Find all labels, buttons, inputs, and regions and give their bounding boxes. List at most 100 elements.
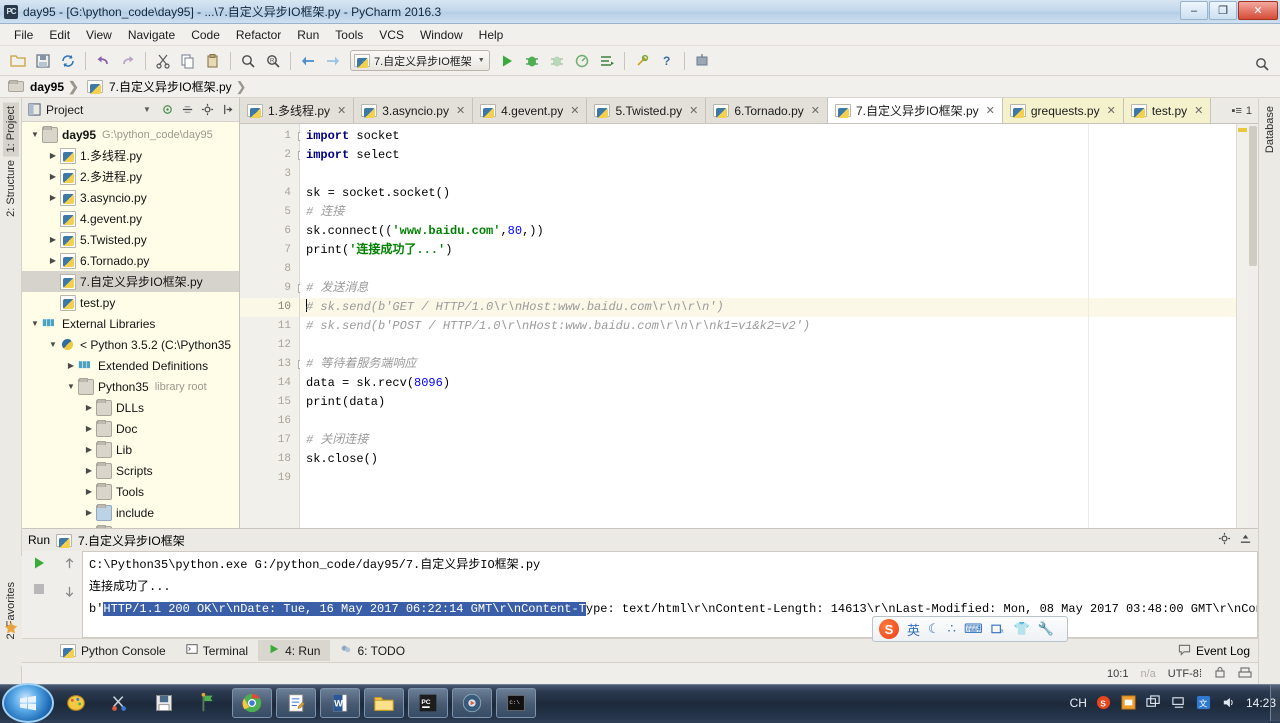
line-number[interactable]: 10 — [240, 298, 299, 317]
update-project-icon[interactable] — [690, 49, 714, 73]
line-number[interactable]: 11 — [240, 317, 299, 336]
chevron-right-icon[interactable]: ▶ — [82, 508, 96, 517]
chevron-right-icon[interactable]: ▶ — [46, 172, 60, 181]
menu-file[interactable]: File — [6, 26, 41, 44]
line-number-gutter[interactable]: 1−2−3456789−10111213−141516171819 — [240, 124, 300, 528]
line-number[interactable]: 4 — [240, 184, 299, 203]
rerun-icon[interactable] — [31, 555, 47, 574]
ime-mode-label[interactable]: 英 — [907, 620, 920, 639]
close-icon[interactable]: ✕ — [689, 104, 698, 117]
tree-node[interactable]: ▶Doc — [22, 418, 239, 439]
taskbar-word-icon[interactable]: W — [320, 688, 360, 718]
cut-icon[interactable] — [151, 49, 175, 73]
line-number[interactable]: 17 — [240, 431, 299, 450]
close-button[interactable]: ✕ — [1238, 1, 1278, 20]
tree-node[interactable]: test.py — [22, 292, 239, 313]
breadcrumb-item-file[interactable]: 7.自定义异步IO框架.py ❯ — [87, 78, 253, 95]
search-everywhere-icon[interactable] — [1250, 52, 1274, 76]
tree-node[interactable]: ▶2.多进程.py — [22, 166, 239, 187]
tool-window-python-console[interactable]: Python Console — [50, 641, 176, 661]
app-tray-icon[interactable] — [1121, 695, 1137, 711]
chevron-right-icon[interactable]: ▶ — [46, 193, 60, 202]
chevron-down-icon[interactable]: ▼ — [28, 319, 42, 328]
profile-icon[interactable] — [570, 49, 594, 73]
code-line[interactable]: # 等待着服务端响应 — [300, 355, 1236, 374]
taskbar-media-player-icon[interactable] — [452, 688, 492, 718]
code-line[interactable] — [300, 260, 1236, 279]
editor-tab[interactable]: 3.asyncio.py✕ — [354, 98, 473, 123]
network-tray-icon[interactable] — [1171, 695, 1187, 711]
tree-node[interactable]: ▶1.多线程.py — [22, 145, 239, 166]
code-content[interactable]: import socketimport selectsk = socket.so… — [300, 124, 1236, 528]
project-tree[interactable]: ▼day95G:\python_code\day95▶1.多线程.py▶2.多进… — [22, 122, 239, 528]
taskbar-snipping-tool-icon[interactable] — [100, 688, 140, 718]
save-all-icon[interactable] — [31, 49, 55, 73]
code-line[interactable] — [300, 165, 1236, 184]
tree-node[interactable]: 7.自定义异步IO框架.py — [22, 271, 239, 292]
editor-tab[interactable]: 1.多线程.py✕ — [240, 98, 354, 123]
tree-node[interactable]: ▶Lib — [22, 439, 239, 460]
tabs-list-icon[interactable]: ▪≡ — [1232, 105, 1242, 117]
code-line[interactable]: sk = socket.socket() — [300, 184, 1236, 203]
event-log-button[interactable]: Event Log — [1178, 643, 1250, 659]
code-line[interactable]: import socket — [300, 127, 1236, 146]
run-with-console-icon[interactable] — [595, 49, 619, 73]
open-folder-icon[interactable] — [6, 49, 30, 73]
tree-node[interactable]: ▶5.Twisted.py — [22, 229, 239, 250]
sidebar-item-database[interactable]: Database — [1262, 102, 1278, 157]
tabs-overflow[interactable]: ▪≡1 — [1226, 98, 1258, 123]
tool-window-todo[interactable]: 6: TODO — [330, 640, 415, 661]
chevron-down-icon[interactable]: ▼ — [64, 382, 78, 391]
locate-icon[interactable] — [159, 102, 175, 118]
taskbar-notepad-icon[interactable] — [276, 688, 316, 718]
close-icon[interactable]: ✕ — [986, 104, 995, 117]
sync-icon[interactable] — [56, 49, 80, 73]
sogou-tray-icon[interactable]: S — [1096, 695, 1112, 711]
tree-node[interactable]: ▼< Python 3.5.2 (C:\Python35 — [22, 334, 239, 355]
line-number[interactable]: 19 — [240, 469, 299, 488]
code-line[interactable]: data = sk.recv(8096) — [300, 374, 1236, 393]
tool-window-terminal[interactable]: Terminal — [176, 640, 258, 661]
code-line[interactable]: # 发送消息 — [300, 279, 1236, 298]
maximize-button[interactable]: ❐ — [1209, 1, 1237, 20]
line-number[interactable]: 8 — [240, 260, 299, 279]
code-line[interactable] — [300, 412, 1236, 431]
moon-icon[interactable]: ☾ — [928, 621, 940, 637]
warning-marker[interactable] — [1238, 128, 1247, 132]
line-number[interactable]: 2− — [240, 146, 299, 165]
menu-help[interactable]: Help — [471, 26, 512, 44]
tree-node[interactable]: ▶3.asyncio.py — [22, 187, 239, 208]
run-icon[interactable] — [495, 49, 519, 73]
skin-icon[interactable]: 👕 — [1014, 621, 1030, 637]
scrollbar-thumb[interactable] — [1249, 126, 1257, 266]
code-line[interactable]: sk.close() — [300, 450, 1236, 469]
tree-node[interactable]: ▼Python35library root — [22, 376, 239, 397]
volume-icon[interactable] — [1221, 695, 1237, 711]
menu-edit[interactable]: Edit — [41, 26, 78, 44]
tree-node[interactable]: ▼External Libraries — [22, 313, 239, 334]
line-number[interactable]: 18 — [240, 450, 299, 469]
vcs-icon[interactable] — [1238, 666, 1252, 682]
line-number[interactable]: 14 — [240, 374, 299, 393]
editor-tab[interactable]: 6.Tornado.py✕ — [706, 98, 828, 123]
editor-tab[interactable]: 4.gevent.py✕ — [473, 98, 587, 123]
keyboard-icon[interactable]: ⌨ — [964, 621, 983, 637]
editor-tab[interactable]: grequests.py✕ — [1003, 98, 1124, 123]
taskbar-paint-icon[interactable] — [56, 688, 96, 718]
editor-scrollbar[interactable] — [1248, 124, 1258, 528]
sogou-logo-icon[interactable]: S — [879, 619, 899, 639]
settings-icon[interactable] — [630, 49, 654, 73]
forward-icon[interactable] — [321, 49, 345, 73]
favorites-star-icon[interactable] — [3, 620, 19, 636]
code-line[interactable]: # 连接 — [300, 203, 1236, 222]
line-number[interactable]: 6 — [240, 222, 299, 241]
line-number[interactable]: 15 — [240, 393, 299, 412]
tool-window-run[interactable]: 4: Run — [258, 640, 330, 661]
line-number[interactable]: 5 — [240, 203, 299, 222]
breadcrumb-item-project[interactable]: day95 ❯ — [8, 79, 85, 95]
find-icon[interactable] — [236, 49, 260, 73]
hide-icon[interactable] — [1239, 532, 1252, 548]
line-separator[interactable]: n/a — [1140, 668, 1155, 680]
caret-position[interactable]: 10:1 — [1107, 668, 1128, 680]
tree-node[interactable]: ▶6.Tornado.py — [22, 250, 239, 271]
